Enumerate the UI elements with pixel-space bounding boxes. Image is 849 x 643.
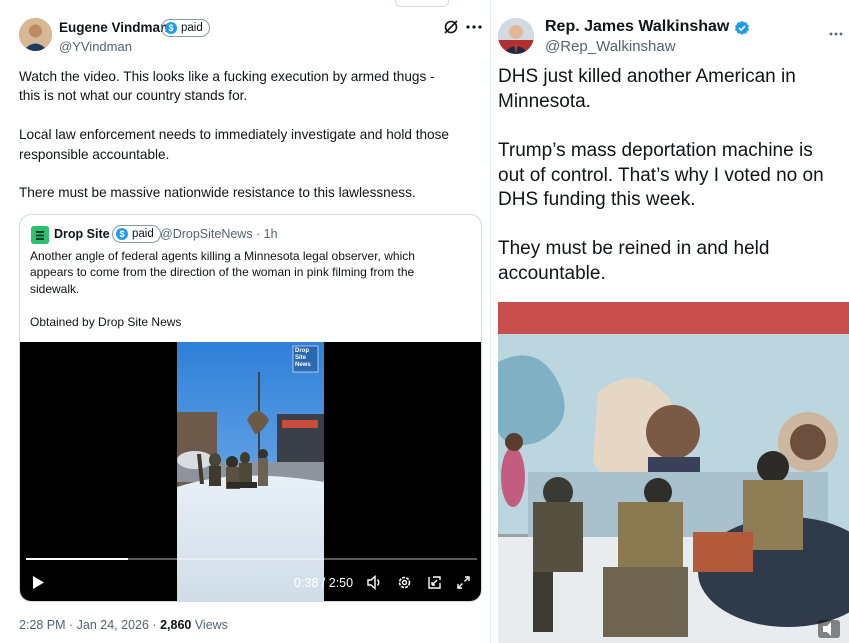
volume-icon[interactable]: [367, 574, 383, 595]
quote-paid-badge-label: paid: [132, 228, 154, 240]
right-tweet-panel: Rep. James Walkinshaw @Rep_Walkinshaw DH…: [491, 0, 849, 643]
tweet-timestamp[interactable]: 2:28 PM · Jan 24, 2026 ·: [19, 618, 160, 632]
paid-badge-label: paid: [181, 22, 203, 34]
views-label: Views: [191, 618, 228, 632]
fullscreen-icon[interactable]: [456, 575, 471, 595]
video-frame[interactable]: Drop Site News: [177, 342, 324, 601]
grok-icon[interactable]: [442, 19, 460, 35]
tweet-body: Watch the video. This looks like a fucki…: [19, 69, 449, 201]
settings-icon[interactable]: [397, 575, 412, 595]
verified-badge-icon: [733, 19, 750, 36]
video-player[interactable]: Drop Site News 0:38 / 2:50: [20, 342, 481, 601]
left-tweet-panel: Eugene Vindman $ paid @YVindman Watch th…: [0, 0, 490, 643]
tweet-meta: 2:28 PM · Jan 24, 2026 · 2,860 Views: [19, 618, 228, 632]
video-progress-bar[interactable]: [26, 558, 477, 560]
picture-in-picture-icon[interactable]: [427, 575, 442, 595]
quote-paid-badge[interactable]: $ paid: [112, 225, 161, 243]
views-count: 2,860: [160, 618, 192, 632]
dollar-icon: $: [165, 22, 177, 34]
author-handle[interactable]: @Rep_Walkinshaw: [545, 38, 676, 55]
quote-handle-time[interactable]: @DropSiteNews · 1h: [160, 227, 278, 241]
tweet-paragraph-2: Trump’s mass deportation machine is out …: [498, 140, 824, 210]
video-still-image[interactable]: [498, 302, 849, 643]
more-options-icon[interactable]: [465, 19, 483, 35]
paid-badge[interactable]: $ paid: [161, 19, 210, 37]
avatar[interactable]: [19, 18, 52, 51]
tweet-paragraph-1: DHS just killed another American in Minn…: [498, 66, 796, 112]
play-icon[interactable]: [32, 575, 45, 595]
previous-card-edge: [395, 0, 449, 7]
drop-site-watermark: Drop Site News: [295, 348, 311, 368]
author-name[interactable]: Eugene Vindman: [59, 20, 168, 35]
quote-credit: Obtained by Drop Site News: [30, 315, 182, 329]
drop-site-logo: [31, 226, 49, 244]
dollar-icon: $: [116, 228, 128, 240]
quote-text: Another angle of federal agents killing …: [30, 249, 415, 296]
avatar[interactable]: [498, 18, 534, 54]
video-progress-fill: [26, 558, 128, 560]
quote-author-name[interactable]: Drop Site: [54, 227, 110, 241]
tweet-paragraph-3: They must be reined in and held accounta…: [498, 238, 770, 284]
more-options-icon[interactable]: [827, 26, 845, 42]
author-handle[interactable]: @YVindman: [59, 39, 132, 54]
author-name[interactable]: Rep. James Walkinshaw: [545, 18, 729, 36]
quoted-tweet-card[interactable]: Drop Site $ paid @DropSiteNews · 1h Anot…: [19, 214, 482, 602]
video-time: 0:38 / 2:50: [294, 576, 354, 590]
